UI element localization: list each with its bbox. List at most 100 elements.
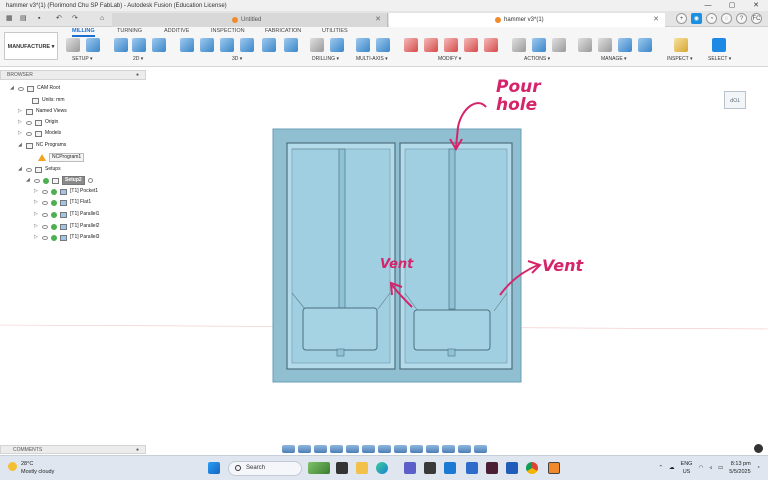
orbit-icon[interactable]: [282, 445, 295, 453]
model-view[interactable]: [0, 67, 768, 442]
post-process-icon[interactable]: [532, 38, 546, 52]
steep-shallow-icon[interactable]: [220, 38, 234, 52]
tab-hammer[interactable]: hammer v3*(1) ✕: [389, 13, 665, 27]
task-view-icon[interactable]: [336, 462, 348, 474]
eye-icon[interactable]: [42, 200, 48, 205]
eye-icon[interactable]: [26, 120, 32, 125]
chevron-right-icon[interactable]: ▷: [34, 210, 39, 219]
modify-tool-icon[interactable]: [404, 38, 418, 52]
eye-icon[interactable]: [18, 86, 24, 91]
chevron-right-icon[interactable]: ▷: [34, 198, 39, 207]
tab-untitled[interactable]: Untitled ✕: [112, 13, 388, 27]
delete-toolpath-icon[interactable]: [424, 38, 438, 52]
tree-item-parallel2[interactable]: ▷ [T1] Parallel2: [34, 222, 99, 231]
eye-icon[interactable]: [42, 189, 48, 194]
section-icon[interactable]: [426, 445, 439, 453]
fit-icon[interactable]: [346, 445, 359, 453]
tab-close-icon[interactable]: ✕: [653, 13, 659, 27]
tab-close-icon[interactable]: ✕: [375, 13, 381, 27]
windows-start-icon[interactable]: [208, 462, 220, 474]
help-icon[interactable]: ?: [736, 13, 747, 24]
pocket-3d-icon[interactable]: [200, 38, 214, 52]
tree-item-ncprogram1[interactable]: NCProgram1: [38, 153, 85, 162]
workspace-selector[interactable]: MANUFACTURE ▾: [4, 32, 58, 60]
chevron-right-icon[interactable]: ▷: [18, 107, 23, 116]
weather-widget[interactable]: 28°C Mostly cloudy: [8, 460, 54, 476]
select-arrow-icon[interactable]: [712, 38, 726, 52]
pin-icon[interactable]: ●: [136, 71, 139, 80]
eye-icon[interactable]: [26, 167, 32, 172]
swarf-icon[interactable]: [356, 38, 370, 52]
comments-panel[interactable]: COMMENTS ●: [0, 445, 146, 454]
measure-icon[interactable]: [674, 38, 688, 52]
mail-icon[interactable]: [466, 462, 478, 474]
eye-icon[interactable]: [42, 235, 48, 240]
file-explorer-icon[interactable]: [356, 462, 368, 474]
wifi-icon[interactable]: ◠: [698, 464, 703, 472]
tab-additive[interactable]: ADDITIVE: [164, 28, 189, 34]
chat-icon[interactable]: [754, 444, 763, 453]
file-menu-icon[interactable]: ▤: [20, 14, 27, 24]
clock[interactable]: 8:13 pm 5/5/2025: [729, 460, 750, 476]
group-inspect[interactable]: INSPECT ▾: [667, 56, 692, 62]
undo-icon[interactable]: ↶: [56, 14, 62, 24]
group-3d[interactable]: 3D ▾: [232, 56, 242, 62]
store-icon[interactable]: [424, 462, 436, 474]
viewports-icon[interactable]: [394, 445, 407, 453]
zoom-icon[interactable]: [330, 445, 343, 453]
close-button[interactable]: ✕: [744, 0, 768, 11]
chrome-icon[interactable]: [526, 462, 538, 474]
face-icon[interactable]: [114, 38, 128, 52]
tree-item-setups[interactable]: ◢ Setups: [18, 165, 61, 174]
tree-item-units[interactable]: Units: mm: [32, 96, 65, 105]
pocket-icon[interactable]: [152, 38, 166, 52]
tree-item-cam-root[interactable]: ◢ CAM Root: [10, 84, 60, 93]
browser-header[interactable]: BROWSER ●: [0, 70, 146, 80]
tree-item-models[interactable]: ▷ Models: [18, 129, 61, 138]
maximize-button[interactable]: ▢: [720, 0, 744, 11]
eye-icon[interactable]: [42, 212, 48, 217]
chevron-right-icon[interactable]: ▷: [34, 187, 39, 196]
chevron-up-icon[interactable]: ⌃: [658, 464, 663, 472]
tree-item-flat1[interactable]: ▷ [T1] Flat1: [34, 198, 91, 207]
group-2d[interactable]: 2D ▾: [133, 56, 143, 62]
scallop-icon[interactable]: [262, 38, 276, 52]
chevron-right-icon[interactable]: ▷: [34, 222, 39, 231]
tree-item-parallel1[interactable]: ▷ [T1] Parallel1: [34, 210, 99, 219]
effects-icon[interactable]: [458, 445, 471, 453]
eye-icon[interactable]: [26, 131, 32, 136]
regenerate-icon[interactable]: [484, 38, 498, 52]
nc-program-icon[interactable]: [86, 38, 100, 52]
setup-sheet-icon[interactable]: [552, 38, 566, 52]
chevron-down-icon[interactable]: ◢: [18, 141, 23, 150]
group-actions[interactable]: ACTIONS ▾: [524, 56, 550, 62]
outlook-icon[interactable]: [444, 462, 456, 474]
duplicate-icon[interactable]: [464, 38, 478, 52]
volume-icon[interactable]: ◃: [709, 464, 712, 472]
group-drilling[interactable]: DRILLING ▾: [312, 56, 339, 62]
target-icon[interactable]: [87, 178, 93, 183]
cloud-icon[interactable]: ☁: [669, 464, 675, 472]
widgets-landscape-icon[interactable]: [308, 462, 330, 474]
chevron-right-icon[interactable]: ▷: [18, 118, 23, 127]
setup-icon[interactable]: [66, 38, 80, 52]
new-tab-icon[interactable]: +: [676, 13, 687, 24]
eye-icon[interactable]: [34, 178, 40, 183]
environment-icon[interactable]: [442, 445, 455, 453]
simulate-icon[interactable]: [512, 38, 526, 52]
tab-fabrication[interactable]: FABRICATION: [265, 28, 301, 34]
edge-icon[interactable]: [376, 462, 388, 474]
avatar[interactable]: FC: [751, 13, 762, 24]
adaptive-clearing-icon[interactable]: [132, 38, 146, 52]
parallel-icon[interactable]: [240, 38, 254, 52]
pan-icon[interactable]: [314, 445, 327, 453]
machine-library-icon[interactable]: [638, 38, 652, 52]
hole-recognition-icon[interactable]: [330, 38, 344, 52]
minimize-button[interactable]: —: [696, 0, 720, 11]
adaptive-3d-icon[interactable]: [180, 38, 194, 52]
job-status-icon[interactable]: ◔: [706, 13, 717, 24]
home-icon[interactable]: ⌂: [100, 14, 104, 24]
chevron-down-icon[interactable]: ◢: [26, 176, 31, 185]
chevron-down-icon[interactable]: ◢: [18, 165, 23, 174]
dreamweaver-icon[interactable]: [486, 462, 498, 474]
